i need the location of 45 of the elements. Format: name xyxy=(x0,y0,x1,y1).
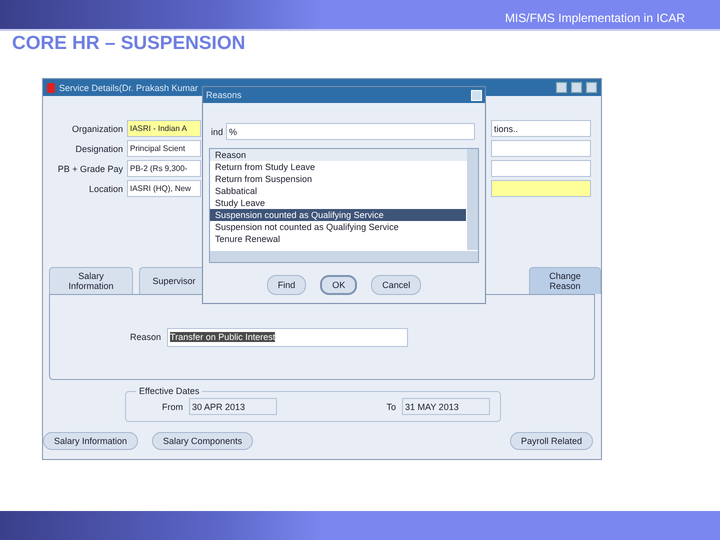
field-label: Location xyxy=(88,184,123,194)
text-field[interactable]: Principal Scient xyxy=(127,140,201,157)
text-field[interactable] xyxy=(491,180,591,197)
list-item[interactable]: Return from Suspension xyxy=(210,173,466,185)
group-legend: Effective Dates xyxy=(136,386,202,396)
field-label: To xyxy=(386,402,396,412)
find-field[interactable]: % xyxy=(226,123,475,140)
field-label: Reason xyxy=(130,332,162,342)
dialog-button[interactable]: Cancel xyxy=(371,275,422,295)
list-item[interactable]: Return from Study Leave xyxy=(210,161,466,173)
minimize-button[interactable] xyxy=(556,82,567,93)
maximize-button[interactable] xyxy=(571,82,582,93)
list-item[interactable]: Suspension counted as Qualifying Service xyxy=(210,209,466,221)
field-label: ind xyxy=(211,126,224,136)
slide-title: CORE HR – SUSPENSION xyxy=(12,33,246,55)
form-button[interactable]: Payroll Related xyxy=(510,432,593,450)
text-field[interactable]: IASRI (HQ), New xyxy=(127,180,201,197)
list-item[interactable]: Suspension not counted as Qualifying Service xyxy=(210,221,466,233)
reason-field[interactable]: Transfer on Public Interest xyxy=(167,328,408,346)
field-label: Designation xyxy=(74,144,123,154)
app-icon xyxy=(47,82,55,92)
form-button[interactable]: Salary Information xyxy=(43,432,138,450)
field-label: PB + Grade Pay xyxy=(56,164,123,174)
date-field[interactable]: 30 APR 2013 xyxy=(189,398,277,415)
text-field[interactable]: tions.. xyxy=(491,120,591,137)
text-field[interactable]: IASRI - Indian A xyxy=(127,120,201,137)
list-item[interactable]: Tenure Renewal xyxy=(210,233,466,245)
text-field[interactable] xyxy=(491,160,591,177)
text-field[interactable] xyxy=(491,140,591,157)
field-label: From xyxy=(162,402,183,412)
header-text: MIS/FMS Implementation in ICAR xyxy=(504,11,685,27)
field-label: Organization xyxy=(70,124,123,134)
dialog-button[interactable]: Find xyxy=(266,275,306,295)
tab[interactable]: Change Reason xyxy=(529,267,601,294)
form-button[interactable]: Salary Components xyxy=(152,432,254,450)
dialog-button[interactable]: OK xyxy=(320,275,358,295)
vertical-scrollbar[interactable] xyxy=(467,149,478,250)
horizontal-scrollbar[interactable] xyxy=(210,251,478,262)
dialog-title: Reasons xyxy=(206,90,243,100)
list-item[interactable]: Study Leave xyxy=(210,197,466,209)
text-field[interactable]: PB-2 (Rs 9,300- xyxy=(127,160,201,177)
tab[interactable]: Salary Information xyxy=(49,267,133,294)
list-item[interactable]: Sabbatical xyxy=(210,185,466,197)
window-title: Service Details(Dr. Prakash Kumar xyxy=(59,82,200,92)
date-field[interactable]: 31 MAY 2013 xyxy=(402,398,490,415)
